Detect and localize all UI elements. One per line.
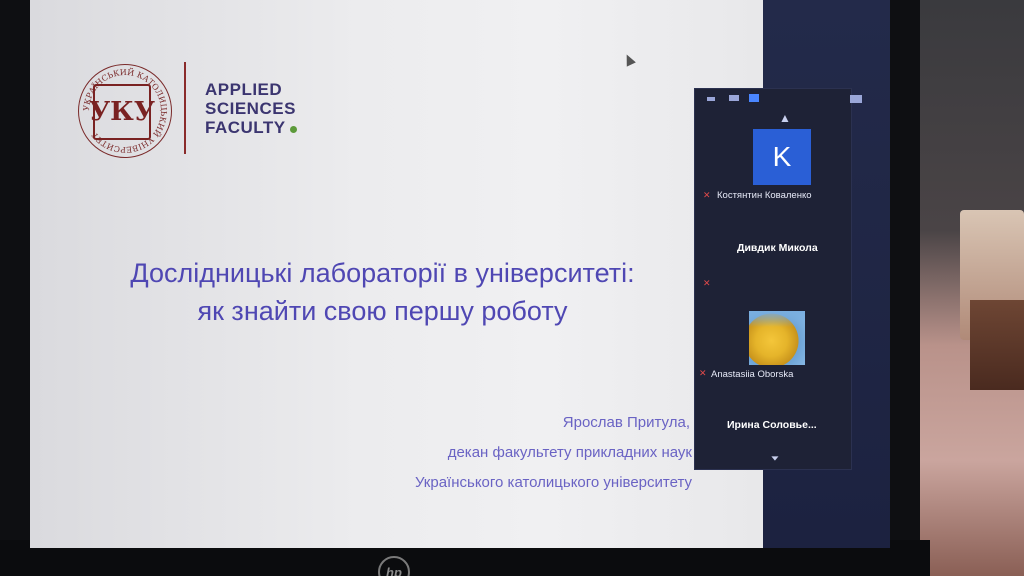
author-role: декан факультету прикладних наук	[447, 444, 692, 461]
participant-name: Anastasiia Oborska	[711, 369, 794, 380]
scroll-up-icon[interactable]: ▲	[779, 111, 791, 125]
slide-title-line: Дослідницькі лабораторії в університеті:	[130, 258, 635, 288]
participants-video-panel: ▲ K ✕ Костянтин Коваленко Дивдик Микола …	[694, 88, 862, 470]
faculty-line: SCIENCES	[205, 99, 296, 118]
photo-scene: hp УКРАЇНСЬКИЙ КАТОЛИЦЬКИЙ УНІВЕРСИТЕТ У…	[0, 0, 1024, 576]
seal-monogram: УКУ	[89, 84, 155, 140]
slide-title-line: як знайти свою першу роботу	[197, 296, 568, 326]
slide-title: Дослідницькі лабораторії в університеті:…	[110, 254, 655, 330]
muted-mic-icon: ✕	[703, 278, 711, 288]
author-name: Ярослав Притула,	[562, 414, 690, 431]
scroll-down-icon[interactable]: ▼	[769, 454, 781, 462]
avatar: K	[753, 129, 811, 185]
participant-name: Ирина Соловье...	[727, 419, 817, 431]
muted-mic-icon: ✕	[699, 368, 707, 378]
logo-divider	[184, 62, 186, 154]
author-university: Українського католицького університету	[414, 474, 692, 491]
muted-mic-icon: ✕	[703, 190, 711, 200]
minimize-icon[interactable]	[707, 97, 715, 101]
participant-name: Костянтин Коваленко	[717, 190, 812, 201]
panel-toolbar	[695, 89, 862, 111]
faculty-logo-text: APPLIED SCIENCES FACULTY	[205, 80, 297, 137]
faculty-line: FACULTY	[205, 118, 297, 137]
participant-photo	[749, 311, 805, 365]
participant-name: Дивдик Микола	[737, 242, 818, 254]
view-strip-icon[interactable]	[749, 94, 759, 102]
view-single-icon[interactable]	[729, 95, 739, 101]
faculty-line: APPLIED	[205, 80, 283, 99]
room-object	[970, 300, 1024, 390]
gallery-view-icon[interactable]	[850, 95, 862, 103]
green-dot-icon	[289, 126, 297, 133]
